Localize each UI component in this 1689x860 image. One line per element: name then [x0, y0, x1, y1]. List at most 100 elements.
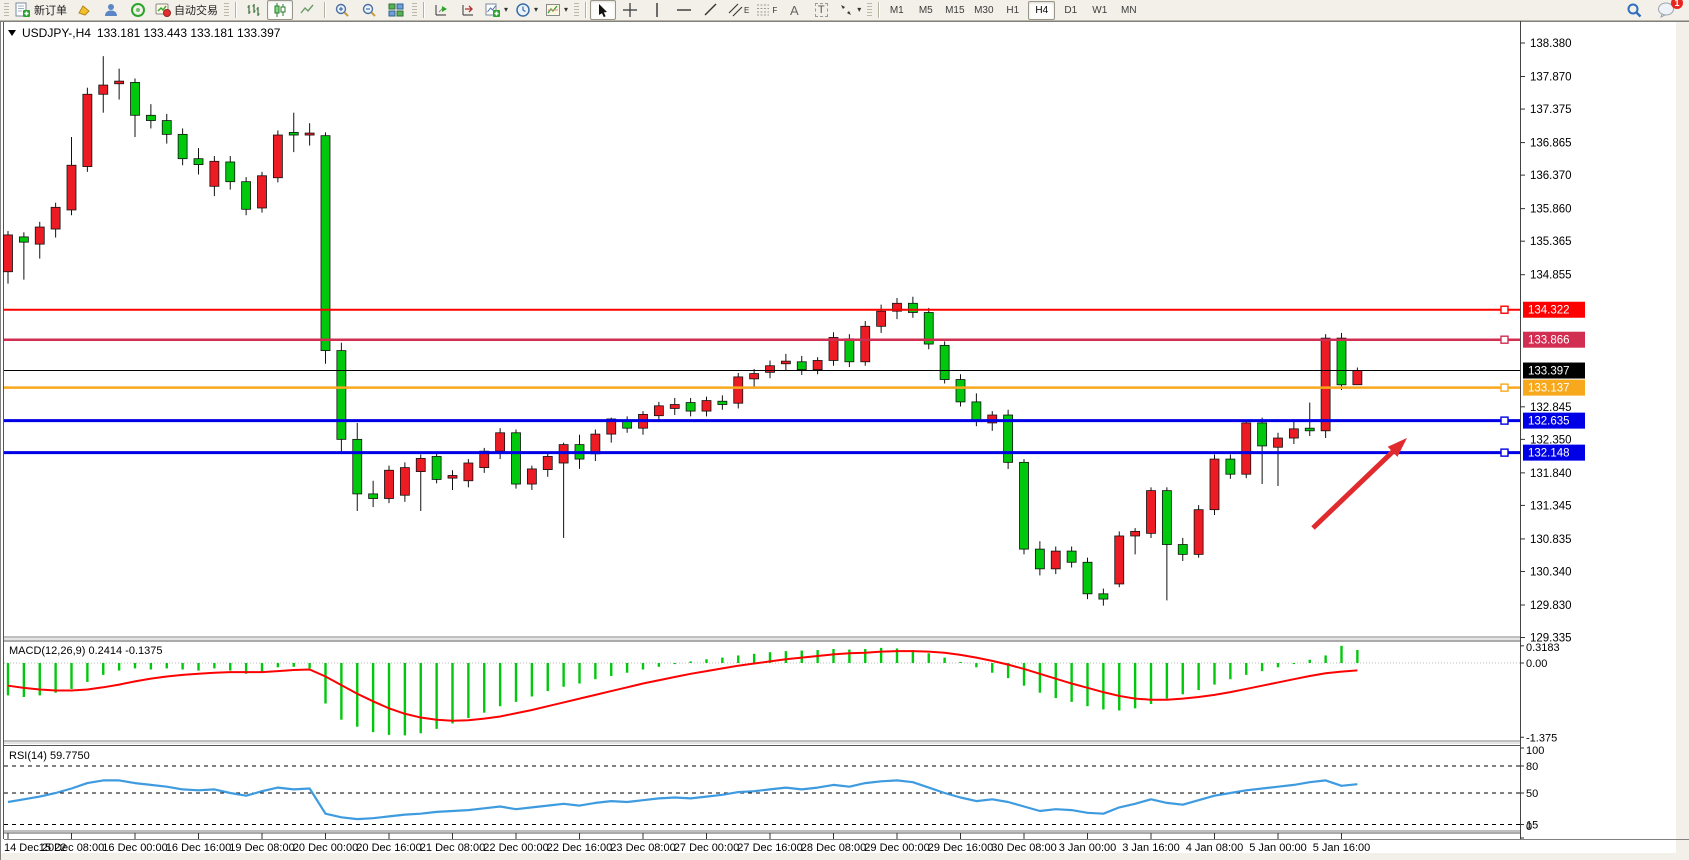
timeframe-button-MN[interactable]: MN [1115, 1, 1142, 20]
publish-icon [76, 2, 92, 18]
community-button[interactable] [98, 0, 124, 20]
text-tool-icon: A [790, 3, 799, 18]
candle-body [258, 176, 267, 208]
timeframe-button-M1[interactable]: M1 [883, 1, 910, 20]
clock-icon [515, 2, 531, 18]
candle-body [861, 326, 870, 361]
chart-shift-button[interactable] [455, 0, 481, 20]
candle-body [845, 339, 854, 362]
time-tick-label: 29 Dec 16:00 [928, 842, 993, 854]
macd-axis-label: 0.3183 [1526, 642, 1560, 654]
time-tick-label: 16 Dec 16:00 [166, 842, 231, 854]
price-tag-label: 133.866 [1528, 335, 1570, 347]
trendline-tool-button[interactable] [698, 0, 724, 20]
price-tick-label: 129.830 [1530, 600, 1572, 612]
vline-tool-button[interactable] [644, 0, 670, 20]
cursor-icon [596, 3, 610, 18]
price-tick-label: 137.375 [1530, 104, 1572, 116]
cursor-tool-button[interactable] [590, 0, 616, 20]
right-gutter-strip [1676, 21, 1689, 860]
crosshair-tool-button[interactable] [617, 0, 643, 20]
timeframe-button-H4[interactable]: H4 [1028, 1, 1055, 20]
bar-chart-button[interactable] [240, 0, 266, 20]
time-tick-label: 20 Dec 16:00 [356, 842, 421, 854]
publish-button[interactable] [71, 0, 97, 20]
new-order-button[interactable]: 新订单 [12, 0, 70, 20]
candlestick-chart-icon [272, 2, 288, 18]
templates-button[interactable]: ▾ [542, 0, 571, 20]
chat-button[interactable]: 1 [1653, 0, 1679, 20]
time-tick-label: 21 Dec 08:00 [420, 842, 485, 854]
candle-body [131, 82, 140, 115]
search-button[interactable] [1621, 0, 1647, 20]
timeframe-button-M5[interactable]: M5 [912, 1, 939, 20]
candle-body [353, 439, 362, 494]
rsi-axis-label: 0 [1526, 821, 1532, 833]
toolbar-grip[interactable] [867, 3, 872, 18]
toolbar-grip[interactable] [4, 3, 9, 18]
channel-tool-button[interactable]: E [725, 0, 752, 20]
timeframe-button-H1[interactable]: H1 [999, 1, 1026, 20]
timeframe-button-D1[interactable]: D1 [1057, 1, 1084, 20]
chat-badge: 1 [1671, 0, 1683, 9]
signals-button[interactable] [125, 0, 151, 20]
periods-button[interactable]: ▾ [512, 0, 541, 20]
price-tick-label: 131.345 [1530, 500, 1572, 512]
price-line-handle[interactable] [1501, 336, 1508, 343]
chevron-down-icon: ▾ [857, 6, 861, 14]
auto-trading-button[interactable]: 自动交易 [152, 0, 221, 20]
new-order-icon [15, 2, 31, 18]
toolbar-grip[interactable] [574, 3, 579, 18]
fibonacci-tool-button[interactable]: F [753, 0, 780, 20]
candle-body [670, 405, 679, 409]
candle-body [527, 469, 536, 484]
zoom-in-button[interactable] [329, 0, 355, 20]
tile-windows-button[interactable] [383, 0, 409, 20]
candle-body [734, 377, 743, 403]
indicators-button[interactable]: ▾ [482, 0, 511, 20]
price-tick-label: 134.855 [1530, 270, 1572, 282]
candle-body [591, 434, 600, 454]
timeframe-button-M30[interactable]: M30 [970, 1, 997, 20]
candle-body [543, 456, 552, 469]
toolbar-grip[interactable] [412, 3, 417, 18]
candle-body [1178, 545, 1187, 555]
hline-tool-button[interactable] [671, 0, 697, 20]
trend-arrow[interactable] [1313, 446, 1398, 528]
candle-body [512, 433, 521, 484]
candle-body [1258, 423, 1267, 446]
time-tick-label: 15 Dec 08:00 [39, 842, 104, 854]
text-tool-button[interactable]: A [781, 0, 807, 20]
price-tag-label: 133.137 [1528, 383, 1570, 395]
auto-scroll-button[interactable] [428, 0, 454, 20]
candle-body [1131, 531, 1140, 536]
line-chart-button[interactable] [294, 0, 320, 20]
fibo-letter: F [772, 6, 777, 15]
candle-body [1353, 371, 1362, 385]
time-tick-label: 27 Dec 16:00 [737, 842, 802, 854]
candlestick-chart-button[interactable] [267, 0, 293, 20]
toolbar-grip[interactable] [224, 3, 229, 18]
time-tick-label: 23 Dec 08:00 [610, 842, 675, 854]
candle-body [1083, 562, 1092, 594]
price-tick-label: 136.865 [1530, 138, 1572, 150]
price-line-handle[interactable] [1501, 384, 1508, 391]
timeframe-button-W1[interactable]: W1 [1086, 1, 1113, 20]
trendline-icon [703, 2, 719, 18]
candle-body [750, 374, 759, 379]
price-line-handle[interactable] [1501, 306, 1508, 313]
timeframe-button-M15[interactable]: M15 [941, 1, 968, 20]
chart-window[interactable]: 138.380137.870137.375136.865136.370135.8… [0, 21, 1689, 860]
candle-body [797, 362, 806, 370]
chart-canvas[interactable]: 138.380137.870137.375136.865136.370135.8… [0, 21, 1689, 860]
arrows-tool-button[interactable]: ▾ [835, 0, 864, 20]
toolbar: 新订单 自动交易 [0, 0, 1689, 21]
time-tick-label: 30 Dec 08:00 [991, 842, 1056, 854]
label-tool-button[interactable]: T [808, 0, 834, 20]
zoom-out-button[interactable] [356, 0, 382, 20]
price-tag-label: 133.397 [1528, 366, 1570, 378]
time-tick-label: 19 Dec 08:00 [229, 842, 294, 854]
candle-body [178, 134, 187, 158]
price-line-handle[interactable] [1501, 417, 1508, 424]
price-line-handle[interactable] [1501, 449, 1508, 456]
